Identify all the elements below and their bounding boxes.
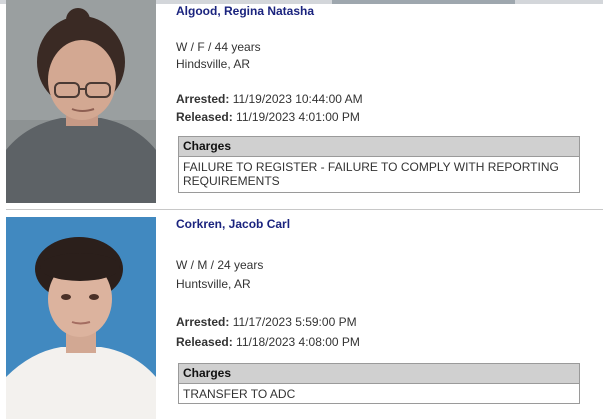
mugshot-image	[6, 217, 156, 419]
inmate-name-link[interactable]: Corkren, Jacob Carl	[176, 217, 290, 231]
record-divider	[6, 209, 603, 210]
arrested-row: Arrested: 11/19/2023 10:44:00 AM	[176, 92, 363, 106]
mugshot-image	[6, 0, 156, 203]
charges-header: Charges	[179, 137, 579, 157]
demographics-text: W / M / 24 years	[176, 258, 264, 272]
mugshot-photo[interactable]	[6, 0, 156, 203]
charges-text: FAILURE TO REGISTER - FAILURE TO COMPLY …	[183, 160, 559, 188]
charges-header: Charges	[179, 364, 579, 384]
inmate-record: Algood, Regina Natasha W / F / 44 years …	[0, 0, 603, 208]
mugshot-photo[interactable]	[6, 217, 156, 419]
released-row: Released: 11/19/2023 4:01:00 PM	[176, 110, 360, 124]
city-text: Hindsville, AR	[176, 57, 251, 71]
charges-text: TRANSFER TO ADC	[183, 387, 296, 401]
inmate-record: Corkren, Jacob Carl W / M / 24 years Hun…	[0, 214, 603, 419]
released-label: Released:	[176, 335, 233, 349]
arrested-value: 11/17/2023 5:59:00 PM	[232, 315, 357, 329]
charges-table: Charges TRANSFER TO ADC	[178, 363, 580, 404]
arrested-label: Arrested:	[176, 315, 230, 329]
arrested-row: Arrested: 11/17/2023 5:59:00 PM	[176, 315, 357, 329]
charges-table: Charges FAILURE TO REGISTER - FAILURE TO…	[178, 136, 580, 193]
released-value: 11/19/2023 4:01:00 PM	[236, 110, 360, 124]
released-value: 11/18/2023 4:08:00 PM	[236, 335, 360, 349]
inmate-name-link[interactable]: Algood, Regina Natasha	[176, 4, 314, 18]
demographics-text: W / F / 44 years	[176, 40, 261, 54]
arrested-value: 11/19/2023 10:44:00 AM	[232, 92, 363, 106]
arrested-label: Arrested:	[176, 92, 230, 106]
city-text: Huntsville, AR	[176, 277, 251, 291]
released-label: Released:	[176, 110, 233, 124]
released-row: Released: 11/18/2023 4:08:00 PM	[176, 335, 360, 349]
